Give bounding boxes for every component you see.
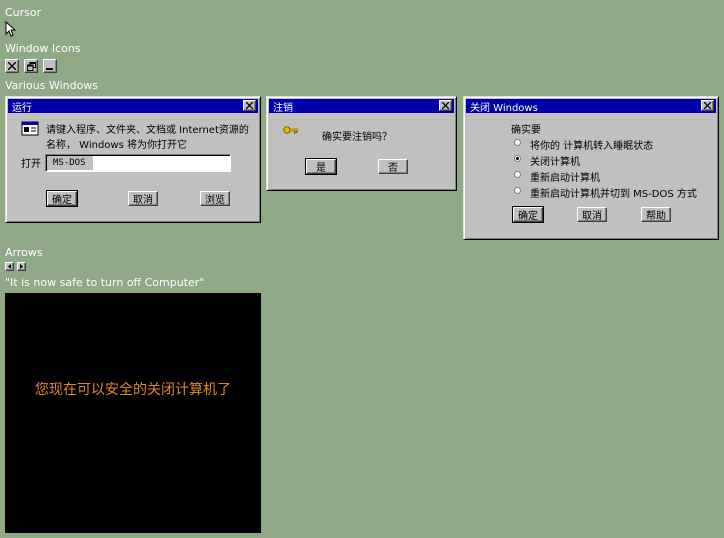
shutdown-option-shutdown[interactable]: 关闭计算机	[514, 153, 580, 168]
shutdown-option-label: 将你的 计算机转入睡眠状态	[530, 141, 654, 152]
shutdown-help-button[interactable]: 帮助	[641, 207, 671, 222]
radio-button[interactable]	[514, 139, 521, 146]
shutdown-option-label: 重新启动计算机	[530, 173, 600, 184]
run-open-field[interactable]: MS-DOS	[45, 154, 231, 172]
logoff-dialog-titlebar[interactable]: 注销	[269, 99, 454, 114]
minimize-icon[interactable]	[43, 59, 57, 73]
logoff-yes-button[interactable]: 是	[305, 158, 337, 175]
arrow-right-icon[interactable]	[17, 262, 26, 271]
run-dialog-titlebar[interactable]: 运行	[8, 99, 258, 114]
radio-button-selected[interactable]	[514, 155, 521, 162]
logoff-dialog-close-button[interactable]	[439, 100, 452, 111]
shutdown-cancel-button[interactable]: 取消	[577, 207, 607, 222]
run-open-label: 打开	[21, 159, 41, 170]
restore-icon[interactable]	[24, 59, 38, 73]
shutdown-dialog-close-button[interactable]	[701, 100, 714, 111]
run-dialog-title: 运行	[12, 102, 32, 114]
run-open-value: MS-DOS	[47, 156, 93, 170]
radio-button[interactable]	[514, 187, 521, 194]
safe-off-message: 您现在可以安全的关闭计算机了	[35, 382, 231, 398]
run-browse-button[interactable]: 浏览	[200, 191, 230, 206]
shutdown-ok-button[interactable]: 确定	[512, 206, 544, 223]
run-dialog-close-button[interactable]	[243, 100, 256, 111]
run-ok-button[interactable]: 确定	[46, 190, 78, 207]
run-cancel-button[interactable]: 取消	[128, 191, 158, 206]
run-description-line1: 请键入程序、文件夹、文档或 Internet资源的	[46, 125, 249, 136]
close-icon	[704, 102, 711, 109]
shutdown-option-restart-msdos[interactable]: 重新启动计算机并切到 MS-DOS 方式	[514, 185, 697, 200]
arrows-row	[5, 262, 26, 271]
logoff-message: 确实要注销吗？	[322, 132, 392, 143]
shutdown-prompt: 确实要	[511, 125, 541, 136]
key-icon	[283, 125, 299, 140]
shutdown-option-restart[interactable]: 重新启动计算机	[514, 169, 600, 184]
logoff-dialog-title: 注销	[273, 102, 293, 114]
label-various-windows: Various Windows	[5, 79, 99, 92]
logoff-dialog: 注销 确实要注销吗？ 是 否	[266, 96, 457, 191]
safe-off-screen: 您现在可以安全的关闭计算机了	[5, 293, 261, 533]
label-arrows: Arrows	[5, 246, 43, 259]
close-icon	[246, 102, 253, 109]
radio-button[interactable]	[514, 171, 521, 178]
arrow-cursor-icon	[5, 20, 17, 40]
arrow-left-icon[interactable]	[5, 262, 14, 271]
shutdown-option-label: 关闭计算机	[530, 157, 580, 168]
label-window-icons: Window Icons	[5, 42, 81, 55]
shutdown-dialog-title: 关闭 Windows	[470, 102, 538, 114]
label-cursor: Cursor	[5, 6, 42, 19]
logoff-no-button[interactable]: 否	[378, 159, 408, 174]
close-icon	[442, 102, 449, 109]
run-description-line2: 名称， Windows 将为你打开它	[46, 140, 187, 151]
shutdown-option-label: 重新启动计算机并切到 MS-DOS 方式	[530, 189, 697, 200]
run-program-icon	[21, 121, 39, 140]
shutdown-dialog: 关闭 Windows 确实要 将你的 计算机转入睡眠状态 关闭计算机 重新启动计…	[463, 96, 719, 240]
close-icon[interactable]	[5, 59, 19, 73]
shutdown-dialog-titlebar[interactable]: 关闭 Windows	[466, 99, 716, 114]
label-safe-off: "It is now safe to turn off Computer"	[5, 276, 205, 289]
shutdown-option-sleep[interactable]: 将你的 计算机转入睡眠状态	[514, 137, 653, 152]
run-dialog: 运行 请键入程序、文件夹、文档或 Internet资源的 名称， Windows…	[5, 96, 261, 223]
